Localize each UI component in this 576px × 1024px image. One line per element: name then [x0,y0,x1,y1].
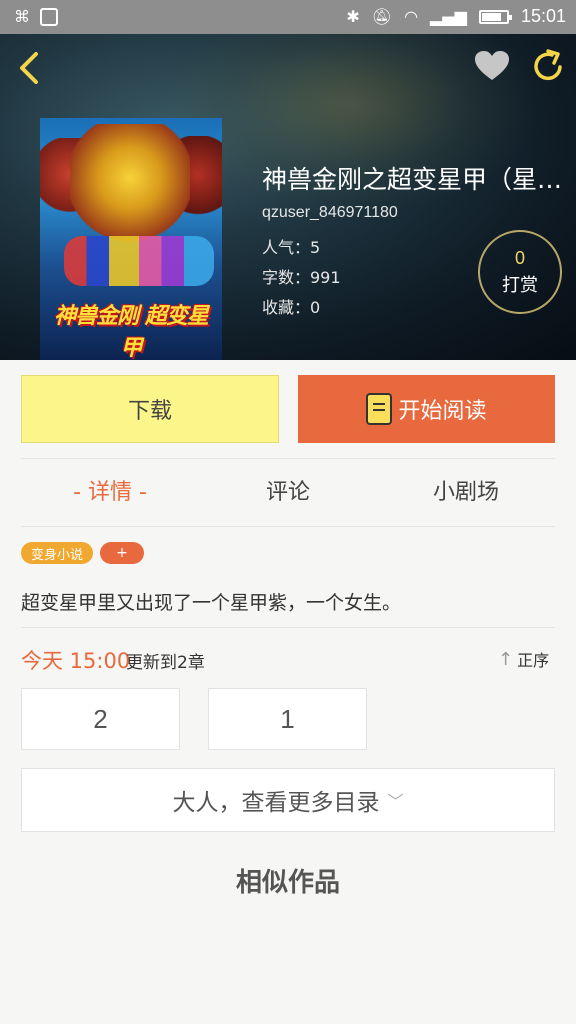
favorites-stat: 收藏：0 [262,298,321,317]
status-bar: ⌘ ✱ 🔕︎ ◠ ▂▄▆ 15:01 [0,0,576,34]
update-time: 今天 15:00 [21,649,131,673]
divider [21,526,555,527]
signal-icon: ▂▄▆ [430,6,467,26]
book-cover[interactable]: 神兽金刚 超变星甲 [40,118,222,360]
chapter-button[interactable]: 2 [21,688,180,750]
tab-mini-theater[interactable]: 小剧场 [377,460,555,526]
popularity-stat: 人气：5 [262,238,321,257]
download-label: 下载 [127,399,172,424]
arrow-up-icon: ↑ [498,648,514,670]
battery-icon [478,9,512,24]
update-text: 更新到2章 [126,653,205,673]
status-time: 15:01 [520,6,566,26]
download-button[interactable]: 下载 [21,375,279,443]
tip-button[interactable]: 0 打赏 [478,230,562,314]
favorite-heart-icon[interactable] [474,50,510,82]
book-header: 神兽金刚 超变星甲 神兽金刚之超变星甲（星… qzuser_846971180 … [0,34,576,360]
divider [21,458,555,459]
divider [21,627,555,628]
start-reading-button[interactable]: 开始阅读 [298,375,555,443]
bluetooth-icon: ✱ [346,6,360,26]
back-arrow-icon[interactable] [14,50,44,86]
book-icon [366,393,393,425]
detail-tabs: - 详情 - 评论 小剧场 [21,460,555,526]
word-count-stat: 字数：991 [262,268,341,287]
book-title: 神兽金刚之超变星甲（星… [262,165,562,194]
more-catalog-button[interactable]: 大人，查看更多目录 ﹀ [21,768,555,832]
tip-count: 0 [514,248,525,268]
add-tag-button[interactable]: + [100,542,144,564]
more-catalog-label: 大人，查看更多目录 [172,790,380,816]
start-reading-label: 开始阅读 [398,399,487,424]
cover-logo: 神兽金刚 超变星甲 [54,304,209,360]
tip-label: 打赏 [502,275,538,296]
sort-order-button[interactable]: ↑ 正序 [498,647,549,671]
genre-tag[interactable]: 变身小说 [21,542,93,564]
similar-works-heading: 相似作品 [235,868,340,898]
share-icon[interactable] [530,48,566,84]
book-author[interactable]: qzuser_846971180 [262,204,398,222]
wifi-icon: ◠ [404,6,419,26]
image-notification-icon [40,8,58,26]
app-notification-icon: ⌘ [14,7,30,26]
tab-comments[interactable]: 评论 [199,460,377,526]
mute-icon: 🔕︎ [371,6,393,26]
sort-label: 正序 [517,651,550,670]
tab-details[interactable]: - 详情 - [21,460,199,526]
chevron-down-icon: ﹀ [387,792,404,811]
chapter-button[interactable]: 1 [208,688,367,750]
book-description: 超变星甲里又出现了一个星甲紫，一个女生。 [21,592,402,614]
